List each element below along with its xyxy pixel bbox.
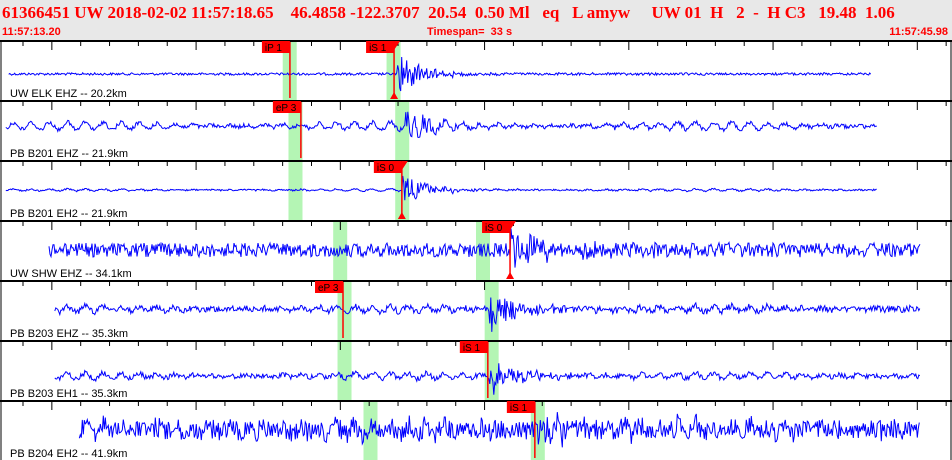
pick-label: eP 3 [276, 103, 297, 114]
event-header: 61366451 UW 2018-02-02 11:57:18.65 46.48… [0, 0, 952, 40]
pick-flag-icon [510, 221, 517, 230]
waveform-panels[interactable]: iP 1 iS 1 UW ELK EHZ -- 20.2km eP 3 PB B201 … [0, 40, 952, 460]
channel-label: PB B203 EHZ -- 35.3km [10, 328, 128, 340]
waveform-trace [5, 111, 877, 139]
start-time: 11:57:13.20 [2, 26, 61, 38]
channel-panel[interactable]: iP 1 iS 1 UW ELK EHZ -- 20.2km [0, 40, 952, 100]
end-time: 11:57:45.98 [889, 26, 948, 38]
pick-label: iS 0 [377, 163, 395, 174]
channel-label: PB B204 EH2 -- 41.9km [10, 448, 127, 460]
channel-panel[interactable]: eP 3 PB B203 EHZ -- 35.3km [0, 280, 952, 340]
pick-label: iS 1 [510, 403, 528, 414]
channel-label: PB B201 EHZ -- 21.9km [10, 148, 128, 160]
channel-panel[interactable]: iS 0 UW SHW EHZ -- 34.1km [0, 220, 952, 280]
pick-label: iS 1 [463, 343, 481, 354]
pick-label: eP 3 [318, 283, 339, 294]
channel-panel[interactable]: iS 1 PB B204 EH2 -- 41.9km [0, 400, 952, 460]
pick-window [363, 400, 378, 460]
waveform-trace [78, 412, 920, 448]
event-summary: 61366451 UW 2018-02-02 11:57:18.65 46.48… [2, 3, 895, 22]
pick-label: iS 0 [485, 223, 503, 234]
channel-label: UW ELK EHZ -- 20.2km [10, 88, 127, 100]
pick-label: iP 1 [265, 43, 282, 54]
channel-label: UW SHW EHZ -- 34.1km [10, 268, 132, 280]
waveform-trace [5, 175, 877, 201]
channel-panel[interactable]: iS 1 PB B203 EH1 -- 35.3km [0, 340, 952, 400]
waveform-trace [8, 56, 872, 92]
channel-label: PB B203 EH1 -- 35.3km [10, 388, 127, 400]
channel-panel[interactable]: iS 0 PB B201 EH2 -- 21.9km [0, 160, 952, 220]
pick-label: iS 1 [369, 43, 387, 54]
timespan-label: Timespan= 33 s [427, 26, 513, 38]
channel-panel[interactable]: eP 3 PB B201 EHZ -- 21.9km [0, 100, 952, 160]
pick-window [337, 340, 352, 400]
pick-triangle-icon [506, 272, 515, 279]
channel-label: PB B201 EH2 -- 21.9km [10, 208, 127, 220]
